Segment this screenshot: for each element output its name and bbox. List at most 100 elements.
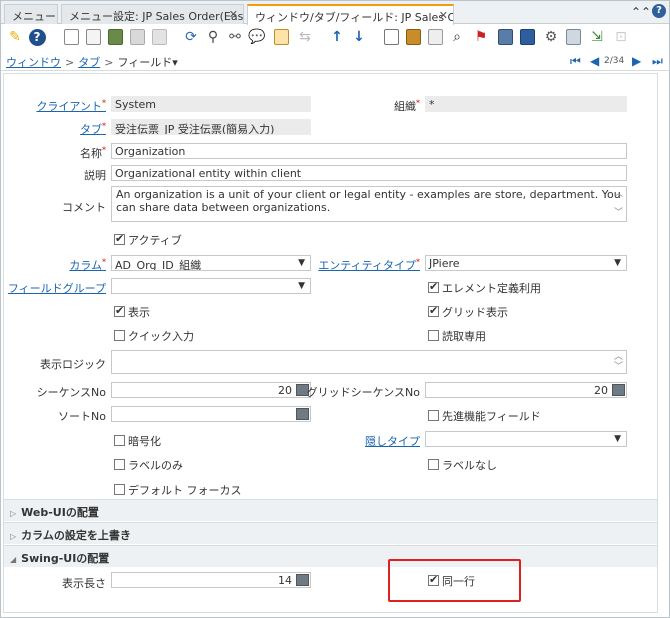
sort-no-input[interactable] (111, 406, 311, 422)
obscure-type-select[interactable]: ▼ (425, 431, 627, 447)
active-checkbox[interactable]: アクティブ (114, 232, 182, 248)
breadcrumb-window-link[interactable]: ウィンドウ (6, 56, 61, 69)
new-record-icon[interactable] (61, 27, 81, 47)
breadcrumb-tab-link[interactable]: タブ (78, 56, 100, 69)
zoom-icon[interactable]: ⌕ (447, 27, 467, 47)
advanced-field-checkbox[interactable]: 先進機能フィールド (428, 408, 541, 424)
tab-label[interactable]: タブ* (80, 121, 106, 137)
lock-icon[interactable]: ⊡ (611, 27, 631, 47)
chevron-down-icon[interactable]: ▼ (614, 258, 621, 268)
chat-icon[interactable]: 💬 (247, 27, 267, 47)
displayed-checkbox[interactable]: 表示 (114, 304, 150, 320)
request-icon[interactable]: ⚑ (471, 27, 491, 47)
entity-type-label[interactable]: エンティティタイプ* (318, 257, 420, 273)
advanced-field-label: 先進機能フィールド (442, 410, 541, 423)
grid-sequence-input[interactable]: 20 (425, 382, 627, 398)
attachment-icon[interactable]: ⚯ (225, 27, 245, 47)
toolbar: ✎ ? ⟳ ⚲ ⚯ 💬 ⇆ ↑ ↓ ⌕ ⚑ ⚙ ⇲ ⊡ (1, 25, 669, 50)
breadcrumb-current[interactable]: フィールド▾ (117, 56, 177, 69)
next-record-icon[interactable]: ▶ (632, 54, 641, 68)
product-info-icon[interactable] (495, 27, 515, 47)
chevron-down-icon[interactable]: ▼ (614, 434, 621, 444)
sort-no-label: ソートNo (58, 410, 106, 423)
highlight-box (388, 559, 521, 602)
calculator-icon[interactable] (296, 574, 309, 586)
close-icon[interactable]: ✕ (439, 9, 448, 22)
scroll-down-icon[interactable]: ﹀ (614, 361, 623, 373)
centrally-maintained-checkbox[interactable]: エレメント定義利用 (428, 280, 541, 296)
display-logic-textarea[interactable]: ︿ ﹀ (111, 350, 627, 374)
sequence-input[interactable]: 20 (111, 382, 311, 398)
default-focus-checkbox[interactable]: デフォルト フォーカス (114, 482, 242, 498)
comment-textarea[interactable]: An organization is a unit of your client… (111, 186, 627, 222)
grid-sequence-label: グリッドシーケンスNo (306, 386, 420, 399)
history-icon[interactable] (381, 27, 401, 47)
calculator-icon[interactable] (612, 384, 625, 396)
scroll-down-icon[interactable]: ﹀ (614, 207, 623, 220)
multi-icon[interactable]: ⇆ (295, 27, 315, 47)
tab-bar: メニュー メニュー設定: JP Sales Order(Easy... ✕ ウィン… (1, 1, 669, 25)
column-label[interactable]: カラム* (69, 257, 106, 273)
tab-menu-settings[interactable]: メニュー設定: JP Sales Order(Easy... ✕ (61, 4, 244, 24)
copy-record-icon[interactable] (83, 27, 103, 47)
breadcrumb-separator: > (65, 56, 75, 69)
scroll-up-icon[interactable]: ︿ (614, 188, 623, 201)
client-label[interactable]: クライアント* (36, 98, 106, 114)
tab-menu[interactable]: メニュー (4, 4, 58, 24)
name-label: 名称* (80, 145, 106, 160)
display-length-value: 14 (278, 574, 292, 587)
quick-entry-checkbox[interactable]: クイック入力 (114, 328, 194, 344)
encrypted-checkbox[interactable]: 暗号化 (114, 433, 161, 449)
column-value: AD_Org_ID_組織 (115, 259, 202, 271)
displayed-grid-checkbox[interactable]: グリッド表示 (428, 304, 508, 320)
workflow-icon[interactable] (517, 27, 537, 47)
entity-type-select[interactable]: JPiere ▼ (425, 255, 627, 271)
description-input[interactable]: Organizational entity within client (111, 165, 627, 181)
save-new-icon[interactable] (149, 27, 169, 47)
default-focus-label: デフォルト フォーカス (128, 484, 242, 497)
parent-record-icon[interactable]: ↑ (327, 27, 347, 47)
section-swingui[interactable]: ◢ Swing-UIの配置 (4, 545, 657, 567)
label-only-checkbox[interactable]: ラベルのみ (114, 457, 183, 473)
gear-icon[interactable]: ⚙ (541, 27, 561, 47)
export-icon[interactable] (563, 27, 583, 47)
name-input[interactable]: Organization (111, 143, 627, 159)
section-swingui-title: Swing-UIの配置 (21, 552, 110, 565)
read-only-checkbox[interactable]: 読取専用 (428, 328, 486, 344)
display-length-input[interactable]: 14 (111, 572, 311, 588)
display-logic-label: 表示ロジック (40, 358, 106, 371)
ignore-icon[interactable]: ✎ (5, 27, 25, 47)
report-icon[interactable] (403, 27, 423, 47)
detail-record-icon[interactable]: ↓ (349, 27, 369, 47)
help-button[interactable]: ? (27, 27, 47, 47)
save-icon[interactable] (127, 27, 147, 47)
field-group-label[interactable]: フィールドグループ (8, 280, 106, 296)
calculator-icon[interactable] (296, 408, 309, 420)
grid-toggle-icon[interactable] (271, 27, 291, 47)
search-icon[interactable]: ⚲ (203, 27, 223, 47)
close-icon[interactable]: ✕ (229, 8, 238, 21)
last-record-icon[interactable]: ⏭ (652, 54, 663, 69)
obscure-type-label[interactable]: 隠しタイプ (365, 433, 420, 449)
delete-record-icon[interactable] (105, 27, 125, 47)
field-group-select[interactable]: ▼ (111, 278, 311, 294)
refresh-icon[interactable]: ⟳ (181, 27, 201, 47)
archive-icon[interactable] (425, 27, 445, 47)
sequence-label: シーケンスNo (36, 386, 106, 399)
comment-text: An organization is a unit of your client… (116, 188, 621, 214)
tab-window-tab-field[interactable]: ウィンドウ/タブ/フィールド: JP Sales Or... ✕ (247, 4, 454, 25)
record-position: 2/34 (604, 56, 625, 66)
collapse-icon[interactable]: ⌃⌃ (631, 5, 651, 19)
no-label-checkbox[interactable]: ラベルなし (428, 457, 497, 473)
chevron-down-icon[interactable]: ▼ (298, 258, 305, 268)
help-icon[interactable]: ? (652, 4, 666, 18)
section-column-override[interactable]: ▷ カラムの設定を上書き (4, 522, 657, 544)
active-checkbox-label: アクティブ (128, 234, 182, 247)
sequence-value: 20 (278, 384, 292, 397)
first-record-icon[interactable]: ⏮ (570, 54, 581, 69)
column-select[interactable]: AD_Org_ID_組織 ▼ (111, 255, 311, 271)
section-webui[interactable]: ▷ Web-UIの配置 (4, 499, 657, 521)
chevron-down-icon[interactable]: ▼ (298, 281, 305, 291)
previous-record-icon[interactable]: ◀ (590, 54, 599, 68)
import-icon[interactable]: ⇲ (587, 27, 607, 47)
